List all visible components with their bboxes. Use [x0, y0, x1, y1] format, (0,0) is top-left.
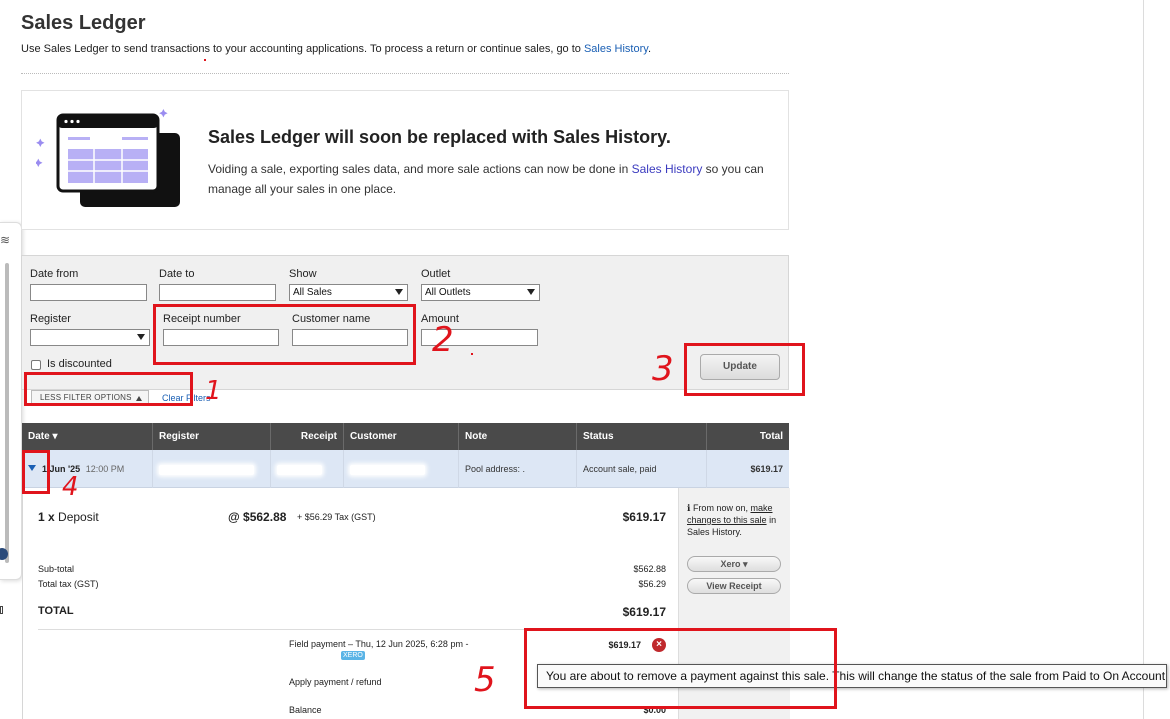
banner-heading: Sales Ledger will soon be replaced with …: [208, 127, 671, 147]
total-value: $619.17: [622, 605, 666, 619]
annotation-box-4: [22, 450, 50, 494]
row-date: 1 Jun '25 12:00 PM: [36, 450, 153, 488]
col-receipt[interactable]: Receipt: [271, 423, 344, 450]
chevron-down-icon: [137, 334, 145, 340]
chevron-down-icon: [395, 289, 403, 295]
annotation-number-2: 2: [432, 320, 454, 360]
red-dot-mark: [471, 353, 473, 355]
item-total: $619.17: [622, 510, 666, 524]
side-panel-fragment[interactable]: ≋: [0, 222, 22, 580]
redacted-customer: [350, 464, 425, 475]
col-note[interactable]: Note: [459, 423, 577, 450]
outlet-select[interactable]: All Outlets: [421, 284, 540, 301]
side-note-prefix: From now on,: [692, 503, 748, 513]
page-scrollbar[interactable]: [1143, 0, 1170, 719]
info-icon: ℹ: [687, 503, 691, 513]
row-receipt: [271, 450, 344, 488]
tax-label: Total tax (GST): [38, 579, 99, 589]
xero-dropdown-button[interactable]: Xero ▾: [687, 556, 781, 572]
banner-text-before: Voiding a sale, exporting sales data, an…: [208, 162, 629, 176]
xero-button-label: Xero: [720, 559, 741, 569]
subtotal-value: $562.88: [633, 564, 666, 574]
xero-badge: XERO: [341, 651, 365, 660]
side-note: ℹ From now on, make changes to this sale…: [687, 502, 787, 538]
annotation-box-1: [24, 372, 193, 406]
item-price: @ $562.88: [228, 510, 287, 524]
subtotal-label: Sub-total: [38, 564, 75, 574]
annotation-number-5: 5: [474, 660, 496, 700]
apply-payment-link[interactable]: Apply payment / refund: [289, 677, 382, 687]
item-tax: + $56.29 Tax (GST): [297, 512, 376, 522]
banner-sales-history-link[interactable]: Sales History: [632, 162, 703, 176]
row-register: [153, 450, 271, 488]
page-subtitle: Use Sales Ledger to send transactions to…: [21, 43, 651, 55]
is-discounted-checkbox[interactable]: [31, 360, 41, 370]
show-select[interactable]: All Sales: [289, 284, 408, 301]
row-time: 12:00 PM: [85, 464, 125, 474]
is-discounted-label: Is discounted: [47, 358, 112, 370]
row-customer: [344, 450, 459, 488]
show-select-value: All Sales: [293, 287, 332, 298]
col-total[interactable]: Total: [707, 423, 789, 450]
tax-value: $56.29: [638, 579, 666, 589]
col-date[interactable]: Date ▾: [22, 423, 153, 450]
annotation-box-5: [524, 628, 837, 709]
panel-scrollbar[interactable]: [5, 263, 9, 563]
red-dot-mark: [204, 59, 206, 61]
subtitle-text: Use Sales Ledger to send transactions to…: [21, 43, 581, 55]
item-qty: 1 x: [38, 510, 55, 524]
chevron-down-icon: [527, 289, 535, 295]
col-status[interactable]: Status: [577, 423, 707, 450]
row-status: Account sale, paid: [577, 450, 707, 488]
col-customer[interactable]: Customer: [344, 423, 459, 450]
outlet-select-value: All Outlets: [425, 287, 471, 298]
item-name: Deposit: [58, 510, 99, 524]
page-title: Sales Ledger: [21, 12, 146, 34]
show-label: Show: [289, 268, 317, 280]
annotation-number-3: 3: [652, 349, 674, 389]
line-item: 1 x Deposit: [38, 510, 99, 524]
view-receipt-button[interactable]: View Receipt: [687, 578, 781, 594]
col-date-label: Date: [28, 431, 50, 442]
ledger-illustration-icon: [36, 109, 180, 207]
total-label: TOTAL: [38, 605, 74, 617]
sales-history-link[interactable]: Sales History: [584, 43, 648, 55]
table-row[interactable]: 1 Jun '25 12:00 PM Pool address: . Accou…: [22, 450, 789, 488]
stray-mark: [0, 606, 3, 614]
annotation-box-2: [153, 304, 416, 365]
annotation-number-4: 4: [62, 472, 79, 502]
banner-text: Voiding a sale, exporting sales data, an…: [208, 159, 768, 199]
redacted-register: [159, 464, 254, 475]
date-from-label: Date from: [30, 268, 79, 280]
subtitle-end: .: [647, 43, 652, 55]
row-note: Pool address: .: [459, 450, 577, 488]
divider: [21, 73, 789, 74]
date-to-input[interactable]: [159, 284, 276, 301]
col-register[interactable]: Register: [153, 423, 271, 450]
sales-table-header: Date ▾ Register Receipt Customer Note St…: [22, 423, 789, 450]
replacement-banner: Sales Ledger will soon be replaced with …: [21, 90, 789, 230]
balance-label: Balance: [289, 705, 322, 715]
row-total: $619.17: [750, 464, 783, 474]
annotation-box-3: [684, 343, 805, 396]
outlet-label: Outlet: [421, 268, 451, 280]
redacted-receipt: [277, 464, 322, 475]
register-select[interactable]: [30, 329, 150, 346]
date-to-label: Date to: [159, 268, 195, 280]
date-from-input[interactable]: [30, 284, 147, 301]
grip-icon: ≋: [0, 233, 11, 247]
payment-label: Field payment – Thu, 12 Jun 2025, 6:28 p…: [289, 639, 469, 649]
register-label: Register: [30, 313, 71, 325]
annotation-number-1: 1: [205, 376, 222, 406]
